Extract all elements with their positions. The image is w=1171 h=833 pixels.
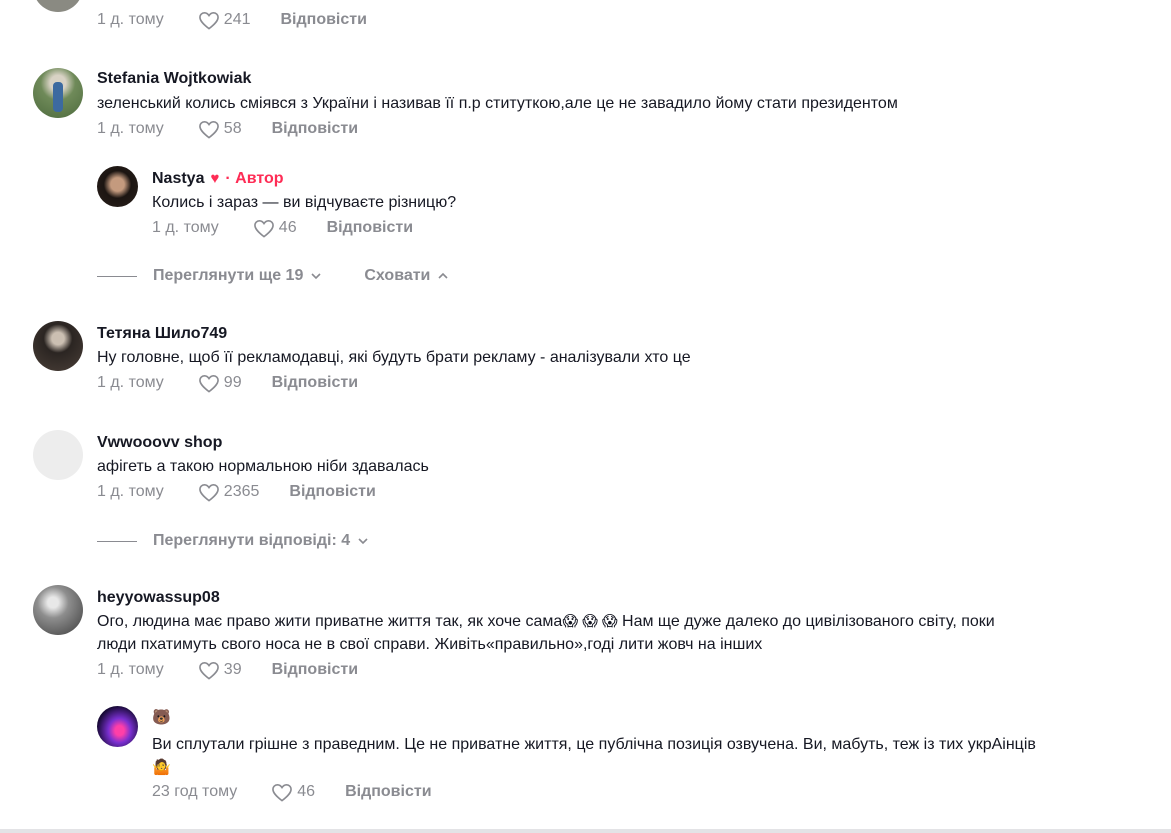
comment-text-part: Ви сплутали грішне з праведним. Це не пр… (152, 736, 1036, 753)
view-replies-label: Переглянути відповіді: 4 (153, 532, 351, 549)
comment-text: Колись і зараз — ви відчуваєте різницю? (152, 194, 457, 211)
like-count: 99 (223, 374, 242, 391)
like-button[interactable]: 2365 (198, 481, 260, 503)
comment-text: Ну головне, щоб її рекламодавці, які буд… (97, 349, 691, 366)
heart-emoji-icon: ♥ (210, 170, 220, 187)
comment-meta: 1 д. тому 99 Відповісти (97, 372, 358, 394)
comment-meta: 1 д. тому 39 Відповісти (97, 659, 358, 681)
view-replies-button[interactable]: Переглянути відповіді: 4 (153, 532, 369, 550)
comment-time: 23 год тому (152, 783, 238, 800)
comment-username[interactable]: 🐻 (152, 708, 171, 728)
reply-button[interactable]: Відповісти (281, 9, 367, 31)
thread-controls: Переглянути ще 19 Сховати (97, 267, 449, 285)
author-badge: · Автор (225, 170, 284, 187)
comment-time: 1 д. тому (97, 11, 164, 28)
comment-meta: 1 д. тому 58 Відповісти (97, 118, 358, 140)
like-button[interactable]: 39 (198, 659, 242, 681)
reply-button[interactable]: Відповісти (327, 217, 413, 239)
thread-controls: Переглянути відповіді: 4 (97, 532, 369, 550)
reply-button[interactable]: Відповісти (272, 659, 358, 681)
shrug-emoji-icon: 🤷 (152, 759, 171, 776)
comment-time: 1 д. тому (97, 120, 164, 137)
comment-username[interactable]: Тетяна Шило749 (97, 324, 227, 344)
comment-text-part: люди пхатимуть свого носа не в свої спра… (97, 636, 763, 653)
hide-button[interactable]: Сховати (364, 267, 449, 285)
chevron-down-icon (311, 273, 321, 280)
comment-text: зеленський колись сміявся з України і на… (97, 95, 898, 112)
comment-time: 1 д. тому (152, 219, 219, 236)
comment-username[interactable]: heyyowassup08 (97, 588, 220, 608)
scream-emoji-icon: 😱 😱 😱 (562, 613, 618, 630)
like-button[interactable]: 241 (198, 9, 251, 31)
like-count: 46 (297, 783, 316, 800)
heart-outline-icon (198, 11, 219, 30)
like-count: 39 (223, 661, 242, 678)
like-button[interactable]: 58 (198, 118, 242, 140)
bottom-divider (0, 829, 1171, 833)
reply-button[interactable]: Відповісти (272, 372, 358, 394)
comment-text: Ого, людина має право жити приватне житт… (97, 610, 1137, 656)
chevron-up-icon (438, 272, 448, 279)
comment-meta: 23 год тому 46 Відповісти (152, 781, 432, 803)
reply-button[interactable]: Відповісти (289, 481, 375, 503)
comment-meta: 1 д. тому 2365 Відповісти (97, 481, 376, 503)
like-button[interactable]: 46 (253, 217, 297, 239)
avatar[interactable] (33, 430, 83, 480)
comment-username[interactable]: Stefania Wojtkowiak (97, 69, 251, 89)
avatar[interactable] (33, 0, 83, 12)
comment-meta: 1 д. тому 241 Відповісти (97, 9, 367, 31)
comment-username[interactable]: Vwwooovv shop (97, 433, 222, 453)
divider (97, 275, 137, 277)
comment-meta: 1 д. тому 46 Відповісти (152, 217, 413, 239)
heart-outline-icon (198, 120, 219, 139)
like-count: 2365 (223, 483, 260, 500)
heart-outline-icon (198, 661, 219, 680)
heart-outline-icon (272, 783, 293, 802)
view-more-label: Переглянути ще 19 (153, 267, 304, 284)
avatar[interactable] (33, 321, 83, 371)
hide-label: Сховати (364, 267, 431, 284)
comment-text-part: Нам ще дуже далеко до цивілізованого сві… (622, 613, 995, 630)
avatar[interactable] (97, 706, 138, 747)
like-count: 58 (223, 120, 242, 137)
comment-time: 1 д. тому (97, 483, 164, 500)
avatar[interactable] (33, 68, 83, 118)
bear-emoji-icon: 🐻 (152, 709, 171, 726)
heart-outline-icon (198, 483, 219, 502)
like-count: 241 (223, 11, 251, 28)
avatar[interactable] (33, 585, 83, 635)
view-more-button[interactable]: Переглянути ще 19 (153, 267, 322, 285)
chevron-down-icon (358, 538, 368, 545)
comment-time: 1 д. тому (97, 374, 164, 391)
reply-button[interactable]: Відповісти (272, 118, 358, 140)
username-text: Nastya (152, 170, 205, 187)
like-count: 46 (278, 219, 297, 236)
divider (97, 540, 137, 542)
like-button[interactable]: 99 (198, 372, 242, 394)
comment-text: афігеть а такою нормальною ніби здавалас… (97, 458, 429, 475)
heart-outline-icon (253, 219, 274, 238)
avatar[interactable] (97, 166, 138, 207)
comment-text-part: Ого, людина має право жити приватне житт… (97, 613, 563, 630)
comment-time: 1 д. тому (97, 661, 164, 678)
heart-outline-icon (198, 374, 219, 393)
reply-button[interactable]: Відповісти (345, 781, 431, 803)
comment-username[interactable]: Nastya ♥ · Автор (152, 169, 284, 189)
comment-text: Ви сплутали грішне з праведним. Це не пр… (152, 733, 1152, 779)
like-button[interactable]: 46 (271, 781, 315, 803)
